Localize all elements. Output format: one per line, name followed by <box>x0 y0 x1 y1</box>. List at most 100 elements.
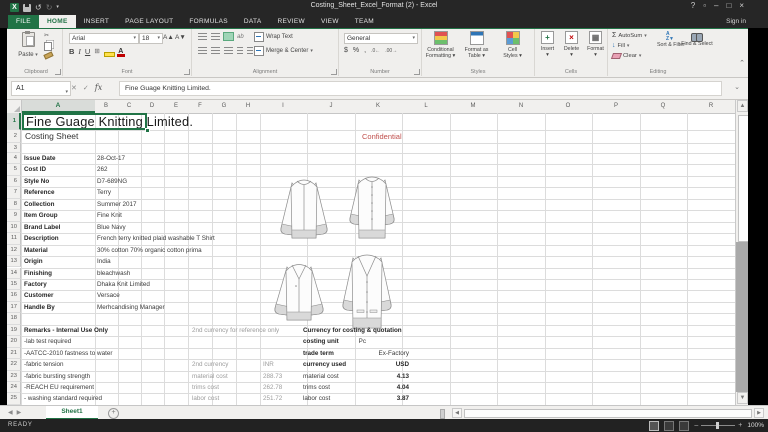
fill-color-icon[interactable] <box>104 48 113 57</box>
increase-decimal-icon[interactable]: .0← <box>371 48 380 54</box>
comma-style-icon[interactable]: , <box>364 47 366 54</box>
grid-cell[interactable]: Summer 2017 <box>97 199 137 210</box>
collapse-ribbon-icon[interactable]: ⌃ <box>739 59 745 67</box>
ribbon-tab-file[interactable]: FILE <box>8 15 39 28</box>
prev-sheet-icon[interactable]: ◀ <box>8 410 17 416</box>
grid-cell[interactable]: USD <box>396 359 409 370</box>
vertical-scrollbar[interactable]: ▲ ▼ <box>735 100 749 405</box>
ribbon-tab-home[interactable]: HOME <box>39 15 76 28</box>
horizontal-scrollbar-thumb[interactable] <box>464 409 752 418</box>
cell-styles-button[interactable]: CellStyles ▾ <box>496 31 529 59</box>
grid-cell[interactable]: Description <box>24 233 59 244</box>
decrease-indent-icon[interactable] <box>237 47 243 54</box>
decrease-decimal-icon[interactable]: .00→ <box>385 48 397 54</box>
grid-cell[interactable]: Blue Navy <box>97 222 126 233</box>
grid-cell[interactable]: Merhcandising Manager <box>97 302 165 313</box>
grid-cell[interactable]: Costing Sheet <box>25 130 78 143</box>
grid-cell[interactable]: India <box>97 256 111 267</box>
delete-cells-button[interactable]: ×Delete▾ <box>561 31 582 58</box>
grid-cell[interactable]: -fabric bursting strength <box>24 371 90 382</box>
sort-filter-button[interactable]: AZ▼ Sort & Filter <box>660 32 682 48</box>
align-center-icon[interactable] <box>211 47 220 54</box>
grid-cell[interactable]: 251.72 <box>263 393 282 404</box>
orientation-icon[interactable]: ab <box>237 34 244 40</box>
normal-view-icon[interactable] <box>649 421 659 431</box>
grid-cell[interactable]: -lab test required <box>24 336 71 347</box>
sheet-tab-sheet1[interactable]: Sheet1 <box>46 406 98 420</box>
clipboard-dialog-launcher[interactable] <box>55 69 61 75</box>
clear-button[interactable]: Clear▾ <box>612 52 647 60</box>
grid-cell[interactable]: 2nd currency for reference only <box>192 325 279 336</box>
format-painter-icon[interactable] <box>43 51 53 59</box>
next-sheet-icon[interactable]: ▶ <box>17 410 26 416</box>
grid-cell[interactable]: Collection <box>24 199 54 210</box>
restore-icon[interactable]: □ <box>726 1 731 10</box>
formula-input[interactable]: Fine Guage Knitting Limited. <box>119 81 722 96</box>
enter-icon[interactable]: ✓ <box>83 84 89 92</box>
grid-cell[interactable]: 4.13 <box>397 371 409 382</box>
grid-cell[interactable]: material cost <box>192 371 228 382</box>
accounting-format-icon[interactable]: $ <box>344 47 348 54</box>
ribbon-tab-formulas[interactable]: FORMULAS <box>181 15 236 28</box>
ribbon-tab-insert[interactable]: INSERT <box>76 15 118 28</box>
grid-cell[interactable]: 28-Oct-17 <box>97 153 125 164</box>
grid-cell[interactable]: currency used <box>303 359 346 370</box>
scroll-down-icon[interactable]: ▼ <box>737 392 748 404</box>
grid-cell[interactable]: -REACH EU requirement <box>24 382 94 393</box>
find-select-button[interactable]: Find & Select <box>686 32 708 48</box>
grid-cell[interactable]: Confidential <box>362 130 402 143</box>
grid-cell[interactable]: D7-689NG <box>97 176 127 187</box>
font-family-select[interactable]: Arial▾ <box>69 33 139 44</box>
insert-function-icon[interactable]: fx <box>95 83 102 92</box>
merge-center-button[interactable]: Merge & Center ▾ <box>254 46 313 56</box>
grid-cell[interactable]: Factory <box>24 279 47 290</box>
grid-cell[interactable]: 4.04 <box>397 382 409 393</box>
font-dialog-launcher[interactable] <box>184 69 190 75</box>
scroll-up-icon[interactable]: ▲ <box>737 100 748 112</box>
paste-button[interactable]: Paste ▾ <box>16 32 40 58</box>
bottom-align-icon[interactable] <box>224 33 233 40</box>
grid-cell[interactable]: Issue Date <box>24 153 56 164</box>
name-box-dropdown-icon[interactable]: ▾ <box>65 86 68 99</box>
grid-cell[interactable]: trims cost <box>303 382 330 393</box>
grid-cell[interactable]: 262 <box>97 164 108 175</box>
grid-cell[interactable]: trade term <box>303 348 334 359</box>
grid-cell[interactable]: 262.78 <box>263 382 282 393</box>
grid-cell[interactable]: labor cost <box>303 393 330 404</box>
zoom-level[interactable]: 100% <box>747 422 764 429</box>
grow-font-button[interactable]: A▲ <box>163 34 174 41</box>
zoom-in-icon[interactable]: + <box>738 422 742 429</box>
shrink-font-button[interactable]: A▼ <box>175 34 186 41</box>
grid-cell[interactable]: Handle By <box>24 302 55 313</box>
zoom-out-icon[interactable]: – <box>694 422 698 429</box>
scroll-right-icon[interactable]: ▶ <box>754 408 764 418</box>
format-as-table-button[interactable]: Format asTable ▾ <box>460 31 493 59</box>
number-dialog-launcher[interactable] <box>414 69 420 75</box>
insert-cells-button[interactable]: +Insert▾ <box>537 31 558 58</box>
grid-cell[interactable]: 288.73 <box>263 371 282 382</box>
name-box[interactable]: A1 ▾ <box>11 81 71 96</box>
grid-cell[interactable]: INR <box>263 359 274 370</box>
grid-cell[interactable]: Style No <box>24 176 49 187</box>
page-layout-view-icon[interactable] <box>664 421 674 431</box>
grid-cell[interactable]: bleachwash <box>97 268 130 279</box>
grid-cell[interactable]: Ex-Factory <box>379 348 409 359</box>
grid-cell[interactable]: Customer <box>24 290 53 301</box>
grid-cell[interactable]: labor cost <box>192 393 219 404</box>
formula-bar-expand-icon[interactable]: ⌄ <box>734 83 740 91</box>
grid-cell[interactable]: Versace <box>97 290 120 301</box>
cut-icon[interactable]: ✂ <box>44 33 53 40</box>
grid-cell[interactable]: Origin <box>24 256 43 267</box>
scroll-left-icon[interactable]: ◀ <box>452 408 462 418</box>
increase-indent-icon[interactable] <box>247 47 253 54</box>
grid-cell[interactable]: Reference <box>24 187 54 198</box>
alignment-dialog-launcher[interactable] <box>331 69 337 75</box>
align-right-icon[interactable] <box>224 47 233 54</box>
grid-cell[interactable]: 2nd currency <box>192 359 228 370</box>
ribbon-tab-data[interactable]: DATA <box>236 15 270 28</box>
percent-style-icon[interactable]: % <box>353 47 359 54</box>
grid-cell[interactable]: Remarks - Internal Use Only <box>24 325 108 336</box>
italic-button[interactable]: I <box>78 47 81 57</box>
new-sheet-icon[interactable]: + <box>108 408 119 419</box>
ribbon-tab-page-layout[interactable]: PAGE LAYOUT <box>117 15 181 28</box>
